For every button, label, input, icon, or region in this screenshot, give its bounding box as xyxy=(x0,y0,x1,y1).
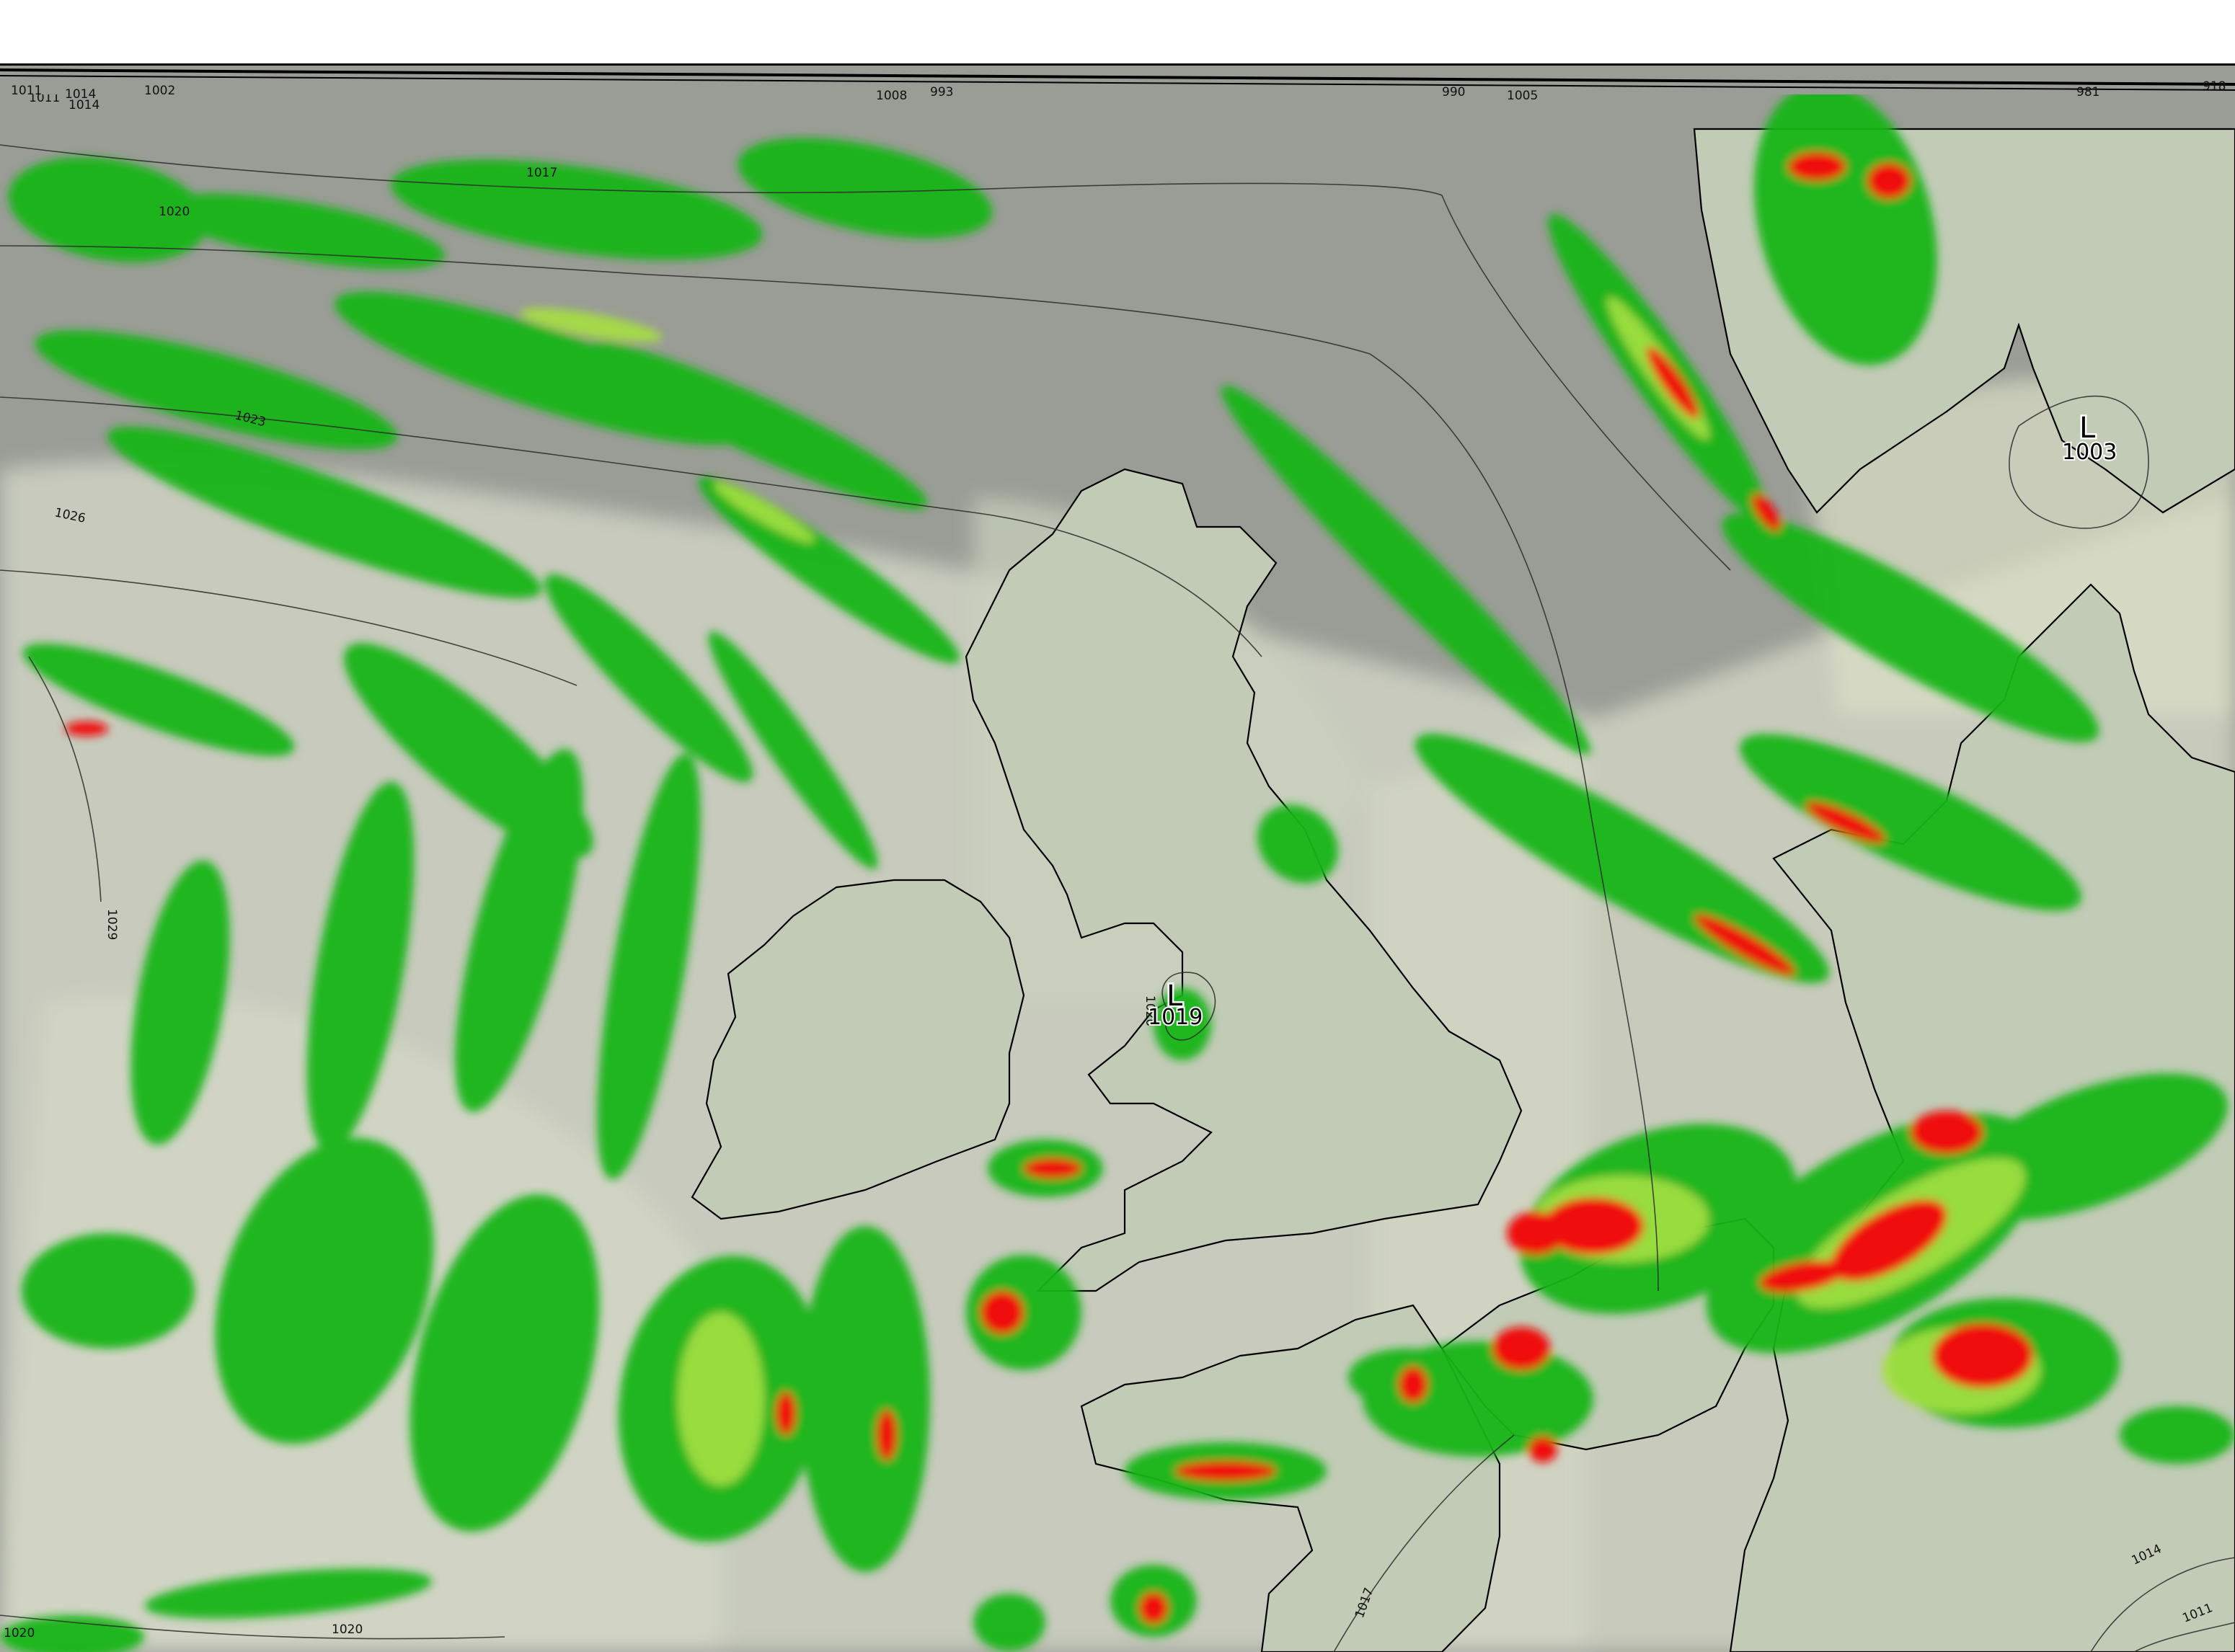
top-edge-label: 1005 xyxy=(1507,89,1538,103)
top-edge-label: 918 xyxy=(2203,79,2226,94)
top-edge-label: 981 xyxy=(2076,85,2099,99)
top-edge-label: 1008 xyxy=(876,89,907,103)
weather-map: 1011 1014 1017 1020 1023 1026 1029 1020 … xyxy=(0,63,2235,1652)
top-edge-label: 990 xyxy=(1442,85,1465,99)
top-margin xyxy=(0,0,2235,63)
top-edge-label: 1014 xyxy=(65,87,96,102)
map-canvas: 1011 1014 1017 1020 1023 1026 1029 1020 … xyxy=(0,66,2235,1652)
low-pressure-value: 1003 xyxy=(2062,440,2117,465)
low-pressure-value: 1019 xyxy=(1148,1005,1203,1030)
isobar-label: 1020 xyxy=(159,205,190,219)
top-edge-label: 993 xyxy=(930,85,953,99)
isobar-label: 1020 xyxy=(4,1626,35,1640)
isobar-label: 1020 xyxy=(332,1622,363,1637)
top-edge-label: 1011 xyxy=(11,84,42,98)
isobar-label: 1029 xyxy=(105,909,119,940)
top-edge-label: 1002 xyxy=(144,84,175,98)
isobar-label: 1017 xyxy=(526,166,557,180)
